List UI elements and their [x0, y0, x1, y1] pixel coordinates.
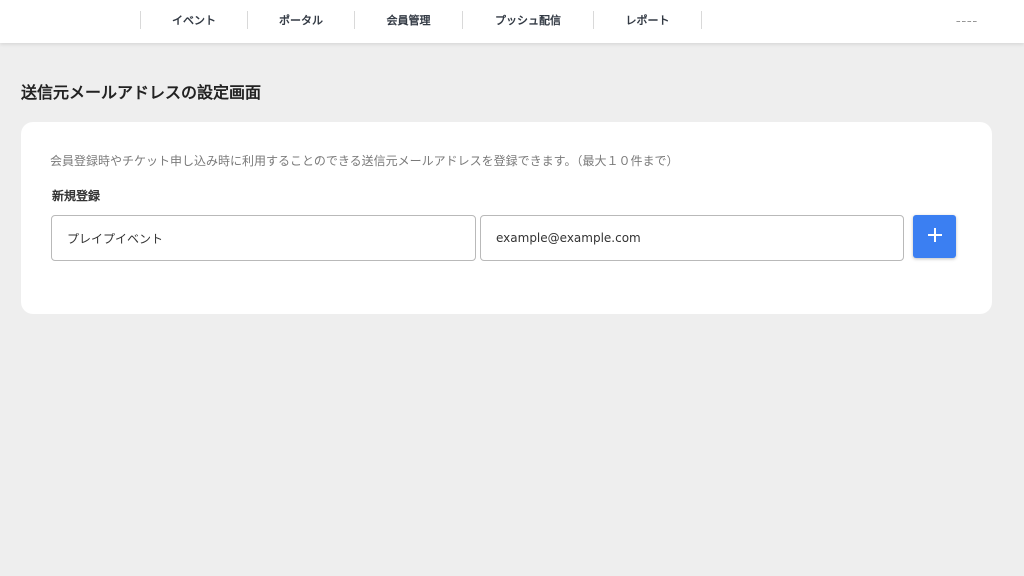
nav-divider	[701, 11, 702, 29]
plus-icon	[927, 227, 943, 246]
account-menu[interactable]: ｰｰｰｰ	[956, 14, 978, 24]
nav-item-reports[interactable]: レポート	[594, 11, 701, 29]
sender-email-input[interactable]	[496, 231, 903, 245]
sender-address-card: 会員登録時やチケット申し込み時に利用することのできる送信元メールアドレスを登録で…	[21, 122, 992, 314]
top-navigation-bar: イベント ポータル 会員管理 プッシュ配信 レポート ｰｰｰｰ	[0, 0, 1024, 43]
page-title: 送信元メールアドレスの設定画面	[21, 83, 262, 102]
sender-email-field	[480, 215, 904, 261]
nav-item-push[interactable]: プッシュ配信	[463, 11, 593, 29]
add-button[interactable]	[913, 215, 956, 258]
sender-name-input[interactable]	[67, 231, 475, 245]
main-nav: イベント ポータル 会員管理 プッシュ配信 レポート	[140, 11, 702, 29]
new-registration-label: 新規登録	[52, 189, 101, 203]
sender-name-field	[51, 215, 476, 261]
nav-item-members[interactable]: 会員管理	[355, 11, 462, 29]
nav-item-portal[interactable]: ポータル	[248, 11, 354, 29]
nav-item-events[interactable]: イベント	[141, 11, 247, 29]
description-text: 会員登録時やチケット申し込み時に利用することのできる送信元メールアドレスを登録で…	[50, 154, 679, 168]
